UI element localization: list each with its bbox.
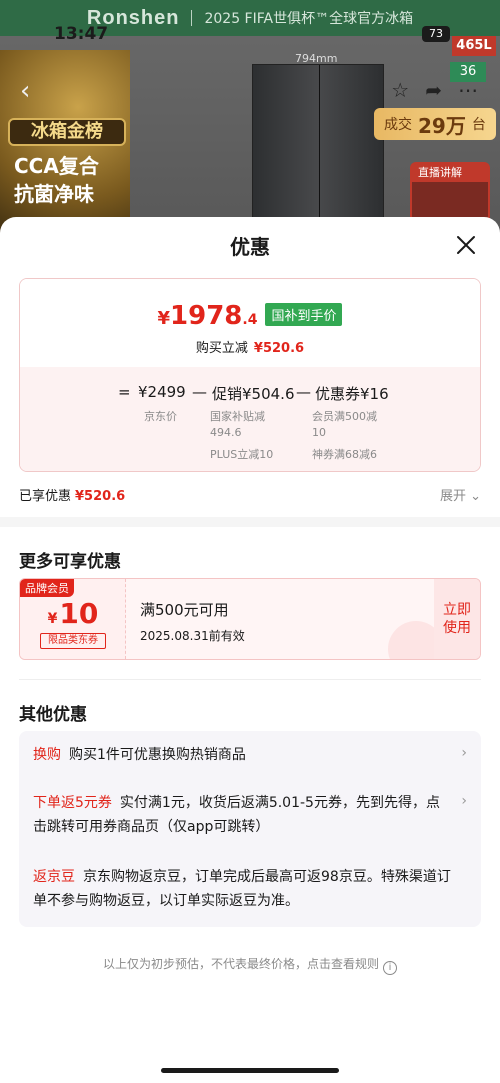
coupon-condition: 满500元可用 xyxy=(140,601,229,619)
banner-text: 2025 FIFA世俱杯™全球官方冰箱 xyxy=(204,11,414,27)
use-coupon-button[interactable]: 立即 使用 xyxy=(434,579,480,659)
coupon-note-2: 神券满68减6 xyxy=(312,448,377,461)
banner-divider xyxy=(191,10,193,26)
offer-item-trade-in[interactable]: 换购 购买1件可优惠换购热销商品 xyxy=(33,743,453,767)
chevron-right-icon: › xyxy=(461,793,467,809)
coupon-note-1a: 会员满500减 xyxy=(312,410,377,423)
coupon-type: 限品类东券 xyxy=(40,633,106,649)
back-arrow-icon[interactable]: ‹ xyxy=(20,76,30,106)
offer-text: 购买1件可优惠换购热销商品 xyxy=(69,747,246,763)
info-icon: i xyxy=(383,961,397,975)
expand-label: 展开 xyxy=(439,489,466,504)
price-formula: = ¥2499 — 促销¥504.6 — 优惠券¥16 京东价 国家补贴减 49… xyxy=(20,383,480,463)
offer-text: 京东购物返京豆，订单完成后最高可返98京豆。特殊渠道订单不参与购物返豆，以订单实… xyxy=(33,869,451,909)
instant-discount-label: 购买立减 xyxy=(195,341,248,356)
gov-subsidy-badge: 国补到手价 xyxy=(265,303,343,326)
offer-label: 换购 xyxy=(33,747,61,763)
sold-count-badge: 成交 29万 台 xyxy=(374,108,496,140)
coupon-note-1b: 10 xyxy=(312,426,326,439)
price-formula-panel: = ¥2499 — 促销¥504.6 — 优惠券¥16 京东价 国家补贴减 49… xyxy=(20,367,480,471)
enjoyed-label: 已享优惠 xyxy=(19,489,72,504)
section-gap xyxy=(0,517,500,527)
coupon-value: ¥10 xyxy=(20,597,126,630)
use-coupon-line-1: 立即 xyxy=(443,602,471,618)
offer-label: 返京豆 xyxy=(33,869,75,885)
coupon-amount: 10 xyxy=(59,597,99,630)
rules-note-text: 以上仅为初步预估，不代表最终价格，点击查看规则 xyxy=(102,957,379,971)
coupon-value-panel: 品牌会员 ¥10 限品类东券 xyxy=(20,579,126,659)
other-offers-title: 其他优惠 xyxy=(19,705,87,725)
product-page-background: Ronshen 2025 FIFA世俱杯™全球官方冰箱 13:47 73 ‹ 冰… xyxy=(0,0,500,240)
coupon-currency: ¥ xyxy=(47,611,58,627)
feature-text: CCA复合 抗菌净味 xyxy=(14,152,99,208)
enjoyed-value: ¥520.6 xyxy=(75,489,126,504)
final-price: ¥1978.4 xyxy=(158,301,258,331)
sold-value: 29万 xyxy=(418,113,466,138)
product-actions: ☆ ➦ ⋯ xyxy=(391,78,478,102)
formula-promo: 促销¥504.6 xyxy=(212,385,295,403)
close-icon[interactable] xyxy=(454,233,478,257)
coupon-tag: 品牌会员 xyxy=(20,579,74,597)
promo-note-1a: 国家补贴减 xyxy=(210,410,265,423)
enjoyed-discount: 已享优惠 ¥520.6 xyxy=(19,485,125,504)
offer-label: 下单返5元券 xyxy=(33,795,112,811)
formula-base-price: ¥2499 xyxy=(138,383,186,401)
live-thumbnail[interactable]: 直播讲解 xyxy=(410,162,490,222)
share-icon[interactable]: ➦ xyxy=(425,78,442,102)
final-price-row: ¥1978.4 国补到手价 xyxy=(20,301,480,331)
chevron-right-icon: › xyxy=(461,745,467,761)
expand-button[interactable]: 展开 ⌄ xyxy=(440,485,481,504)
status-time: 13:47 xyxy=(54,24,109,44)
more-offers-title: 更多可享优惠 xyxy=(19,552,121,572)
other-offers-list: 换购 购买1件可优惠换购热销商品 › 下单返5元券 实付满1元，收货后返满5.01-… xyxy=(19,731,481,927)
offer-item-jingdou: 返京豆 京东购物返京豆，订单完成后最高可返98京豆。特殊渠道订单不参与购物返豆，以… xyxy=(33,865,453,913)
live-label: 直播讲解 xyxy=(418,166,462,179)
use-coupon-line-2: 使用 xyxy=(443,620,471,636)
formula-minus-2: — xyxy=(296,383,311,401)
instant-discount: 购买立减 ¥520.6 xyxy=(20,337,480,356)
discount-sheet: 优惠 ¥1978.4 国补到手价 购买立减 ¥520.6 = ¥2499 — 促销… xyxy=(0,217,500,1083)
section-divider xyxy=(19,679,481,680)
final-price-integer: 1978 xyxy=(170,301,243,331)
formula-coupon: 优惠券¥16 xyxy=(315,385,389,403)
promo-note-2: PLUS立减10 xyxy=(210,448,274,461)
rules-note[interactable]: 以上仅为初步预估，不代表最终价格，点击查看规则 i xyxy=(0,955,500,975)
coupon-card[interactable]: 品牌会员 ¥10 限品类东券 满500元可用 2025.08.31前有效 立即 … xyxy=(19,578,481,660)
price-breakdown-card: ¥1978.4 国补到手价 购买立减 ¥520.6 = ¥2499 — 促销¥50… xyxy=(19,278,481,472)
home-indicator xyxy=(161,1068,339,1073)
feature-line-2: 抗菌净味 xyxy=(14,182,94,206)
promo-note-1b: 494.6 xyxy=(210,426,242,439)
final-price-currency: ¥ xyxy=(157,308,171,329)
rank-badge: 冰箱金榜 xyxy=(8,118,126,146)
sold-prefix: 成交 xyxy=(384,117,412,133)
more-icon[interactable]: ⋯ xyxy=(458,78,478,102)
sold-suffix: 台 xyxy=(471,117,486,133)
fridge-image xyxy=(252,64,384,240)
formula-minus-1: — xyxy=(192,383,207,401)
chevron-down-icon: ⌄ xyxy=(470,489,481,504)
star-icon[interactable]: ☆ xyxy=(391,78,409,102)
price-summary: ¥1978.4 国补到手价 购买立减 ¥520.6 xyxy=(20,279,480,367)
sheet-title: 优惠 xyxy=(230,235,270,259)
feature-line-1: CCA复合 xyxy=(14,154,99,178)
final-price-decimal: .4 xyxy=(242,312,258,328)
instant-discount-value: ¥520.6 xyxy=(253,341,305,356)
base-price-note: 京东价 xyxy=(144,410,177,423)
capacity-badge: 465L xyxy=(452,36,496,56)
formula-equals: = xyxy=(118,383,131,401)
offer-item-coupon-return[interactable]: 下单返5元券 实付满1元，收货后返满5.01-5元券，先到先得，点击跳转可用券商品… xyxy=(33,791,453,839)
battery-icon: 73 xyxy=(422,26,450,42)
coupon-expiry: 2025.08.31前有效 xyxy=(140,629,245,643)
